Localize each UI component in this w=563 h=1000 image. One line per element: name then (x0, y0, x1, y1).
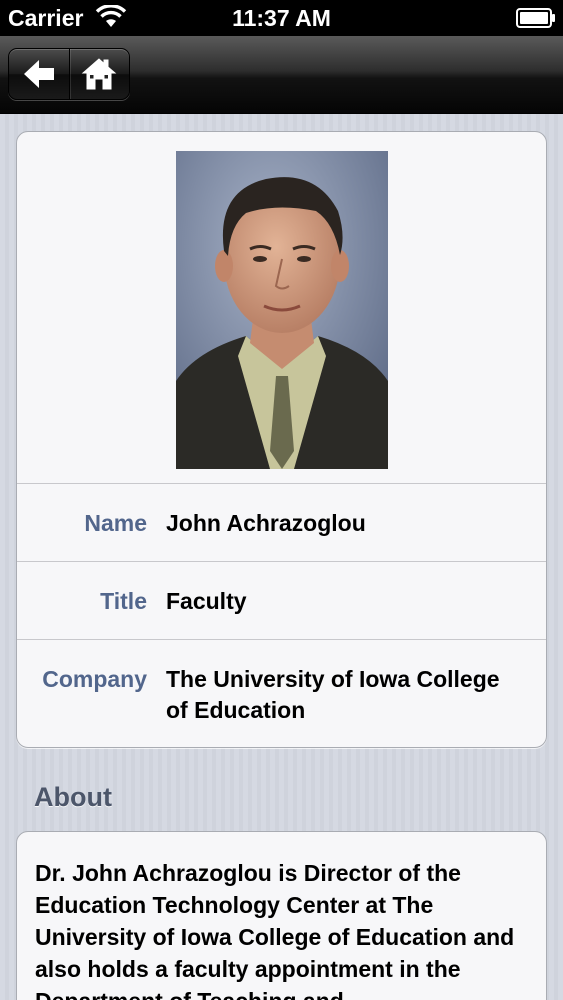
battery-icon (516, 8, 555, 28)
navigation-bar (0, 36, 563, 114)
name-label: Name (84, 510, 147, 536)
clock: 11:37 AM (232, 5, 331, 31)
field-row-name: Name John Achrazoglou (17, 484, 546, 562)
status-bar: Carrier 11:37 AM (0, 0, 563, 36)
back-arrow-icon (23, 60, 54, 88)
photo-cell (17, 132, 546, 484)
company-value: The University of Iowa College of Educat… (166, 666, 500, 723)
home-icon (82, 58, 117, 90)
about-text: Dr. John Achrazoglou is Director of the … (35, 860, 515, 1000)
profile-card: Name John Achrazoglou Title Faculty Comp… (16, 131, 547, 748)
title-label: Title (100, 588, 147, 614)
home-button[interactable] (68, 49, 129, 99)
about-card: Dr. John Achrazoglou is Director of the … (16, 831, 547, 1000)
about-heading: About (34, 782, 112, 812)
back-button[interactable] (9, 49, 69, 99)
nav-segmented-control (8, 48, 130, 100)
name-value: John Achrazoglou (166, 510, 366, 536)
title-value: Faculty (166, 588, 247, 614)
company-label: Company (42, 666, 147, 692)
field-row-company: Company The University of Iowa College o… (17, 640, 546, 747)
profile-photo (176, 151, 388, 469)
field-row-title: Title Faculty (17, 562, 546, 640)
